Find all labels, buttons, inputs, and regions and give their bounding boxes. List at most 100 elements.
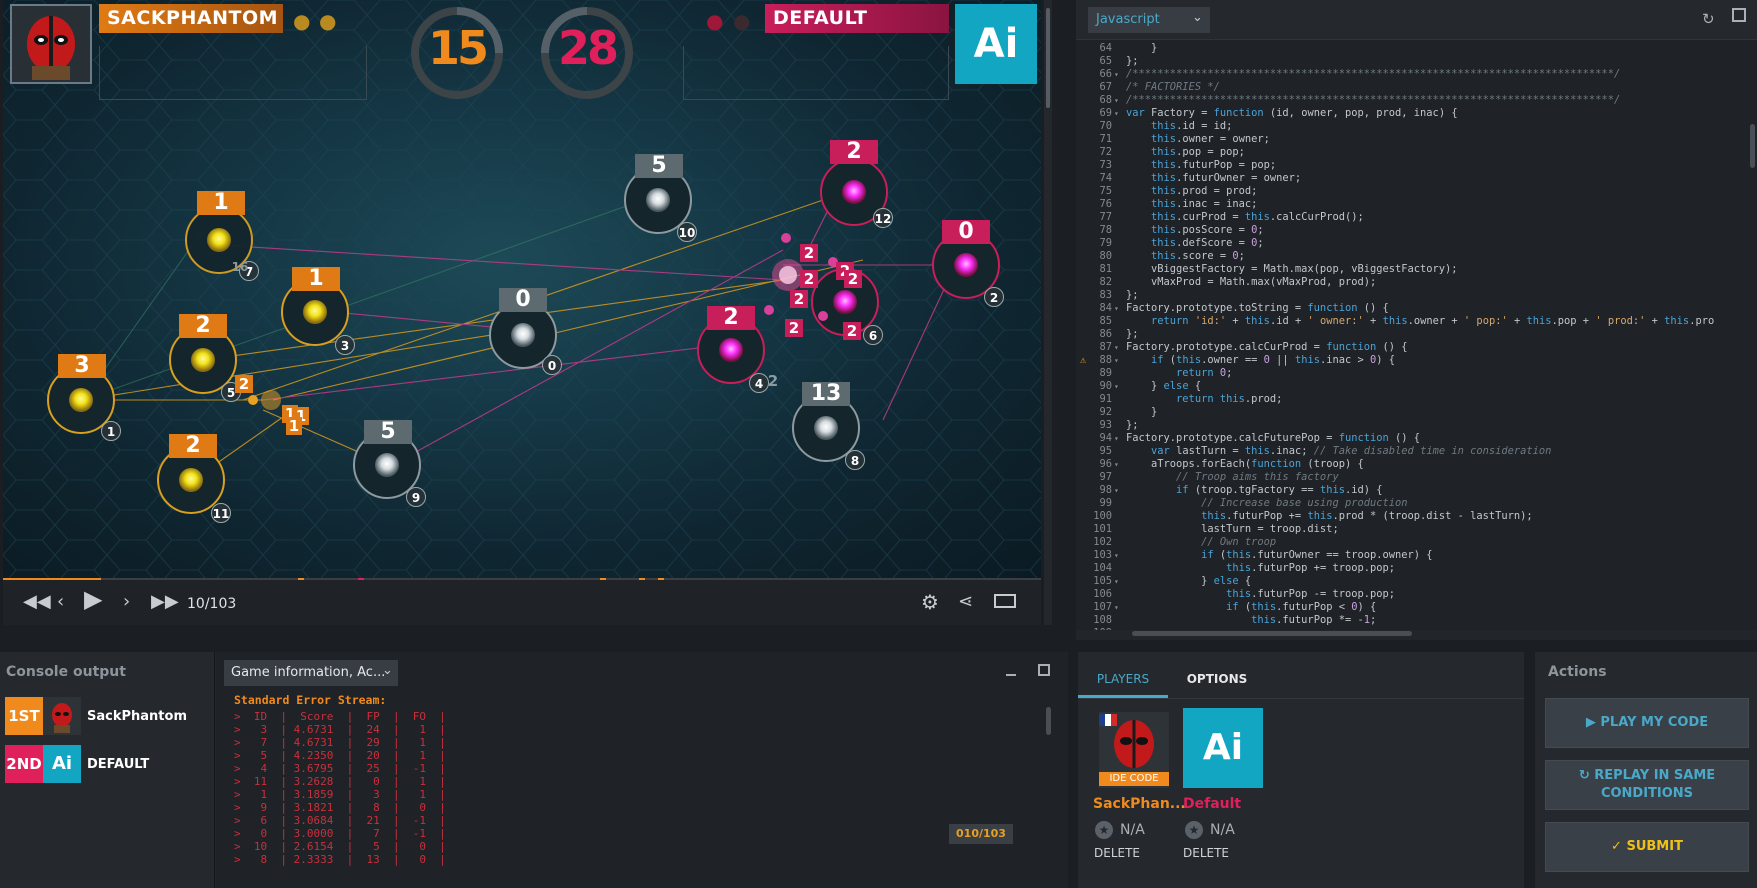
code-text: this.defScore = 0; [1151, 237, 1264, 249]
fold-icon[interactable]: ▾ [1114, 458, 1119, 471]
code-line[interactable]: 99 // Increase base using production [1076, 497, 1757, 510]
play-icon[interactable]: ▶ [84, 587, 102, 611]
code-line[interactable]: 70 this.id = id; [1076, 120, 1757, 133]
fold-icon[interactable]: ▾ [1114, 341, 1119, 354]
ai-logo[interactable]: Ai [1183, 708, 1263, 788]
code-line[interactable]: 79 this.defScore = 0; [1076, 237, 1757, 250]
code-line[interactable]: 75 this.prod = prod; [1076, 185, 1757, 198]
tab-options[interactable]: OPTIONS [1172, 662, 1262, 698]
replay-icon: ↻ [1578, 768, 1595, 783]
code-line[interactable]: 67 /* FACTORIES */ [1076, 81, 1757, 94]
code-line[interactable]: 66 ▾ /************************************… [1076, 68, 1757, 81]
tab-players[interactable]: PLAYERS [1078, 662, 1168, 698]
code-line[interactable]: 73 this.futurPop = pop; [1076, 159, 1757, 172]
code-line[interactable]: 90 ▾ } else { [1076, 380, 1757, 393]
play-my-code-button[interactable]: ▶ PLAY MY CODE [1545, 698, 1749, 748]
code-line[interactable]: 107 ▾ if (this.futurPop < 0) { [1076, 601, 1757, 614]
scrollbar-thumb[interactable] [1132, 631, 1412, 636]
minimize-icon[interactable] [1006, 674, 1016, 676]
code-line[interactable]: 69 ▾ var Factory = function (id, owner, po… [1076, 107, 1757, 120]
submit-button[interactable]: ✓ SUBMIT [1545, 822, 1749, 872]
fold-icon[interactable]: ▾ [1114, 484, 1119, 497]
player1-delete-link[interactable]: DELETE [1094, 846, 1140, 860]
code-line[interactable]: 108 this.futurPop *= -1; [1076, 614, 1757, 627]
scrollbar-thumb[interactable] [1750, 124, 1755, 168]
code-line[interactable]: 72 this.pop = pop; [1076, 146, 1757, 159]
code-text: } else { [1126, 380, 1202, 392]
player1-avatar[interactable]: IDE CODE [1099, 712, 1169, 788]
code-line[interactable]: 104 this.futurPop += troop.pop; [1076, 562, 1757, 575]
warning-icon[interactable]: ⚠ [1080, 354, 1086, 367]
code-line[interactable]: 96 ▾ aTroops.forEach(function (troop) { [1076, 458, 1757, 471]
code-line[interactable]: 85 return 'id:' + this.id + ' owner:' + … [1076, 315, 1757, 328]
code-line[interactable]: 84 ▾ Factory.prototype.toString = function… [1076, 302, 1757, 315]
error-row: > 5 | 4.2350 | 20 | 1 | [234, 749, 446, 762]
fold-icon[interactable]: ▾ [1114, 549, 1119, 562]
reset-icon[interactable]: ↻ [1702, 10, 1715, 28]
share-icon[interactable]: ⋖ [958, 592, 973, 612]
fold-icon[interactable]: ▾ [1114, 380, 1119, 393]
next-frame-icon[interactable]: › [123, 592, 130, 612]
code-line[interactable]: 78 this.posScore = 0; [1076, 224, 1757, 237]
game-scrollbar[interactable] [1044, 0, 1052, 625]
code-line[interactable]: 76 this.inac = inac; [1076, 198, 1757, 211]
scrollbar-thumb[interactable] [1046, 8, 1050, 108]
first-frame-icon[interactable]: ◀◀ [23, 592, 51, 612]
fold-icon[interactable]: ▾ [1114, 302, 1119, 315]
code-vscrollbar[interactable] [1748, 40, 1756, 630]
prev-frame-icon[interactable]: ‹ [57, 592, 64, 612]
code-line[interactable]: 103 ▾ if (this.futurOwner == troop.owner)… [1076, 549, 1757, 562]
fold-icon[interactable]: ▾ [1114, 354, 1119, 367]
code-line[interactable]: 77 this.curProd = this.calcCurProd(); [1076, 211, 1757, 224]
fold-icon[interactable]: ▾ [1114, 575, 1119, 588]
console-title: Console output [6, 664, 126, 680]
code-line[interactable]: 81 vBiggestFactory = Math.max(pop, vBigg… [1076, 263, 1757, 276]
code-line[interactable]: 80 this.score = 0; [1076, 250, 1757, 263]
code-line[interactable]: 92 } [1076, 406, 1757, 419]
code-line[interactable]: 98 ▾ if (troop.tgFactory == this.id) { [1076, 484, 1757, 497]
code-area[interactable]: 64 } 65}; 66 ▾/****************************… [1076, 40, 1757, 630]
code-line[interactable]: 93}; [1076, 419, 1757, 432]
console-filter-select[interactable]: Game information, Ac... ⌄ [224, 660, 398, 686]
code-line[interactable]: 65}; [1076, 55, 1757, 68]
code-line[interactable]: 71 this.owner = owner; [1076, 133, 1757, 146]
fullscreen-icon[interactable] [994, 594, 1016, 608]
replay-button[interactable]: ↻ REPLAY IN SAME CONDITIONS [1545, 760, 1749, 810]
fold-icon[interactable]: ▾ [1114, 601, 1119, 614]
line-number: 93 [1099, 419, 1112, 431]
code-line[interactable]: 105 ▾ } else { [1076, 575, 1757, 588]
code-line[interactable]: 94 ▾ Factory.prototype.calcFuturePop = fun… [1076, 432, 1757, 445]
line-number: 70 [1099, 120, 1112, 132]
code-line[interactable]: 95 var lastTurn = this.inac; // Take dis… [1076, 445, 1757, 458]
actions-panel: Actions ▶ PLAY MY CODE ↻ REPLAY IN SAME … [1535, 652, 1757, 888]
code-line[interactable]: 101 lastTurn = troop.dist; [1076, 523, 1757, 536]
fold-icon[interactable]: ▾ [1114, 432, 1119, 445]
game-field[interactable]: 1 1 2 3 2 5 0 5 13 2 0 2 7 3 5 1 11 10 0… [3, 0, 1041, 580]
code-line[interactable]: 100 this.futurPop += this.prod * (troop.… [1076, 510, 1757, 523]
code-line[interactable]: 91 return this.prod; [1076, 393, 1757, 406]
code-line[interactable]: 97 // Troop aims this factory [1076, 471, 1757, 484]
code-line[interactable]: 74 this.futurOwner = owner; [1076, 172, 1757, 185]
code-line[interactable]: 64 } [1076, 42, 1757, 55]
fold-icon[interactable]: ▾ [1114, 107, 1119, 120]
fold-icon[interactable]: ▾ [1114, 94, 1119, 107]
last-frame-icon[interactable]: ▶▶ [151, 592, 179, 612]
code-text: }; [1126, 289, 1139, 301]
code-line[interactable]: 102 // Own troop [1076, 536, 1757, 549]
fold-icon[interactable]: ▾ [1114, 68, 1119, 81]
language-select[interactable]: Javascript ⌄ [1088, 7, 1210, 33]
code-line[interactable]: 86}; [1076, 328, 1757, 341]
code-line[interactable]: 88 ▾ if (this.owner == 0 || this.inac > 0… [1076, 354, 1757, 367]
console-scrollbar[interactable] [1046, 707, 1051, 735]
code-line[interactable]: 82 vMaxProd = Math.max(vMaxProd, prod); [1076, 276, 1757, 289]
maximize-icon[interactable] [1038, 664, 1050, 676]
maximize-icon[interactable] [1732, 8, 1746, 22]
code-line[interactable]: 106 this.futurPop -= troop.pop; [1076, 588, 1757, 601]
code-line[interactable]: 68 ▾ /************************************… [1076, 94, 1757, 107]
code-line[interactable]: 87 ▾ Factory.prototype.calcCurProd = funct… [1076, 341, 1757, 354]
settings-icon[interactable]: ⚙ [921, 592, 939, 612]
code-hscrollbar[interactable] [1126, 630, 1746, 636]
code-line[interactable]: 83}; [1076, 289, 1757, 302]
code-line[interactable]: 89 return 0; [1076, 367, 1757, 380]
player2-delete-link[interactable]: DELETE [1183, 846, 1229, 860]
